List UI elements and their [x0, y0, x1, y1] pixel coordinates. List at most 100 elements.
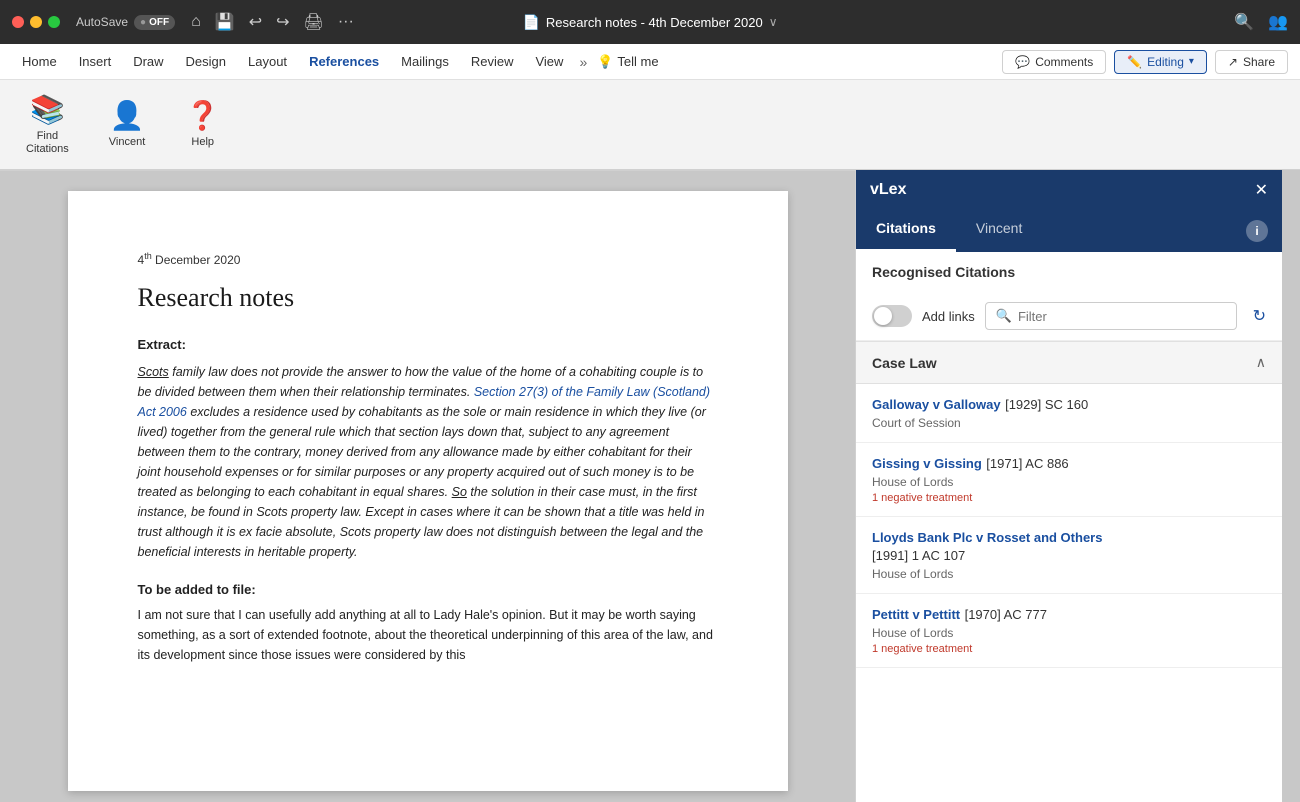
citation-court: House of Lords	[872, 475, 1266, 489]
info-icon[interactable]: i	[1246, 220, 1268, 242]
ribbon: 📚 FindCitations 👤 Vincent ❓ Help	[0, 80, 1300, 170]
citation-ref: [1970] AC 777	[965, 607, 1047, 622]
vincent-label: Vincent	[109, 136, 146, 149]
menu-insert[interactable]: Insert	[69, 50, 122, 73]
document-title-heading: Research notes	[138, 283, 718, 313]
citation-ref: [1971] AC 886	[986, 456, 1068, 471]
citation-ref: [1929] SC 160	[1005, 397, 1088, 412]
comments-button[interactable]: 💬 Comments	[1002, 50, 1106, 74]
find-citations-button[interactable]: 📚 FindCitations	[16, 87, 79, 162]
citation-court: House of Lords	[872, 626, 1266, 640]
search-icon[interactable]: 🔍	[1234, 12, 1254, 32]
menu-view[interactable]: View	[525, 50, 573, 73]
more-menus-icon[interactable]: »	[579, 54, 587, 70]
title-bar: AutoSave ● OFF ⌂ 💾 ↩ ↪ 🖨 ··· 📄 Research …	[0, 0, 1300, 44]
autosave-area: AutoSave ● OFF	[76, 15, 175, 30]
title-bar-toolbar: ⌂ 💾 ↩ ↪ 🖨 ···	[191, 12, 354, 32]
tab-citations[interactable]: Citations	[856, 210, 956, 252]
traffic-lights	[12, 16, 60, 28]
citation-name-ref: Gissing v Gissing [1971] AC 886	[872, 455, 1266, 473]
filter-search-icon: 🔍	[996, 308, 1012, 324]
comments-icon: 💬	[1015, 55, 1030, 69]
citation-name[interactable]: Lloyds Bank Plc v Rosset and Others	[872, 530, 1102, 545]
menu-review[interactable]: Review	[461, 50, 524, 73]
person-icon: 👤	[110, 99, 145, 132]
side-panel: vLex ✕ Citations Vincent i Recognised Ci…	[855, 170, 1282, 802]
side-tabs: Citations Vincent i	[856, 210, 1282, 252]
help-button[interactable]: ❓ Help	[175, 93, 230, 155]
citation-name[interactable]: Pettitt v Pettitt	[872, 607, 960, 622]
main-layout: ⊣ 2 1 1 2 3 4 5 6 7 8 9 10 11 12 13 14 1…	[0, 170, 1300, 802]
help-icon: ❓	[185, 99, 220, 132]
undo-icon[interactable]: ↩	[249, 12, 262, 32]
help-label: Help	[191, 136, 214, 149]
so-underline: So	[452, 485, 467, 499]
citation-name-ref: Pettitt v Pettitt [1970] AC 777	[872, 606, 1266, 624]
citation-treatment: 1 negative treatment	[872, 492, 1266, 504]
add-links-label: Add links	[922, 309, 975, 324]
share-button[interactable]: ↗ Share	[1215, 50, 1288, 74]
home-icon[interactable]: ⌂	[191, 13, 201, 31]
citation-court: Court of Session	[872, 416, 1266, 430]
comments-label: Comments	[1035, 55, 1093, 69]
side-panel-header: vLex ✕	[856, 170, 1282, 210]
side-tab-info: i	[1232, 210, 1282, 252]
people-icon[interactable]: 👥	[1268, 12, 1288, 32]
more-icon[interactable]: ···	[338, 13, 354, 31]
document-tobe-body: I am not sure that I can usefully add an…	[138, 605, 718, 665]
add-links-toggle[interactable]	[872, 305, 912, 327]
autosave-toggle[interactable]: ● OFF	[134, 15, 175, 30]
act-link[interactable]: Section 27(3) of the Family Law (Scotlan…	[138, 385, 711, 419]
side-close-button[interactable]: ✕	[1255, 180, 1268, 200]
citation-name-ref: Galloway v Galloway [1929] SC 160	[872, 396, 1266, 414]
tab-vincent[interactable]: Vincent	[956, 210, 1042, 252]
tell-me-area[interactable]: 💡 Tell me	[597, 54, 658, 70]
citation-treatment: 1 negative treatment	[872, 643, 1266, 655]
menu-layout[interactable]: Layout	[238, 50, 297, 73]
case-law-title: Case Law	[872, 355, 937, 371]
share-icon: ↗	[1228, 55, 1238, 69]
vlex-title: vLex	[870, 181, 906, 199]
recognised-citations-header: Recognised Citations	[856, 252, 1282, 292]
vincent-button[interactable]: 👤 Vincent	[99, 93, 156, 155]
autosave-label: AutoSave	[76, 15, 128, 29]
case-law-section: Case Law ∧ Galloway v Galloway [1929] SC…	[856, 341, 1282, 668]
menu-draw[interactable]: Draw	[123, 50, 173, 73]
editing-button[interactable]: ✏️ Editing ▾	[1114, 50, 1207, 74]
print-icon[interactable]: 🖨	[304, 12, 324, 32]
close-button[interactable]	[12, 16, 24, 28]
toggle-knob	[874, 307, 892, 325]
case-law-chevron-icon: ∧	[1256, 354, 1266, 371]
lightbulb-icon: 💡	[597, 54, 613, 70]
tobe-label: To be added to file:	[138, 582, 718, 597]
pencil-icon: ✏️	[1127, 55, 1142, 69]
menu-design[interactable]: Design	[176, 50, 236, 73]
ruler: ⊣ 2 1 1 2 3 4 5 6 7 8 9 10 11 12 13 14 1…	[0, 170, 855, 171]
citation-item: Pettitt v Pettitt [1970] AC 777 House of…	[856, 594, 1282, 668]
chevron-down-icon: ▾	[1189, 56, 1194, 67]
citation-name[interactable]: Galloway v Galloway	[872, 397, 1001, 412]
find-citations-label: FindCitations	[26, 130, 69, 156]
document-page: 4th December 2020 Research notes Extract…	[68, 191, 788, 791]
maximize-button[interactable]	[48, 16, 60, 28]
citation-item: Galloway v Galloway [1929] SC 160 Court …	[856, 384, 1282, 443]
side-panel-body: Recognised Citations Add links 🔍 ↻ Case …	[856, 252, 1282, 802]
minimize-button[interactable]	[30, 16, 42, 28]
citation-name[interactable]: Gissing v Gissing	[872, 456, 982, 471]
refresh-icon[interactable]: ↻	[1253, 306, 1266, 326]
redo-icon[interactable]: ↪	[276, 12, 289, 32]
filter-input[interactable]	[1018, 309, 1226, 324]
share-label: Share	[1243, 55, 1275, 69]
menu-mailings[interactable]: Mailings	[391, 50, 459, 73]
case-law-header[interactable]: Case Law ∧	[856, 342, 1282, 384]
menu-references[interactable]: References	[299, 50, 389, 73]
filter-input-container: 🔍	[985, 302, 1237, 330]
extract-label: Extract:	[138, 337, 718, 352]
add-links-row: Add links 🔍 ↻	[856, 292, 1282, 341]
citation-ref: [1991] 1 AC 107	[872, 548, 965, 563]
editing-label: Editing	[1147, 55, 1184, 69]
menu-home[interactable]: Home	[12, 50, 67, 73]
citation-name-ref: Lloyds Bank Plc v Rosset and Others	[872, 529, 1266, 547]
document-title: 📄 Research notes - 4th December 2020 ∨	[522, 14, 777, 31]
save-icon[interactable]: 💾	[215, 12, 235, 32]
